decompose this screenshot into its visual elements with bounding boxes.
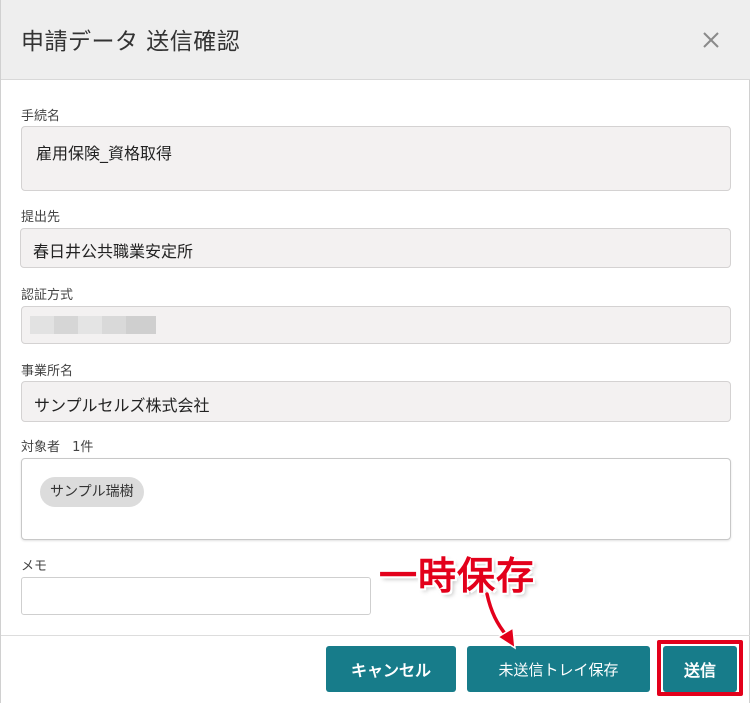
office-value: サンプルセルズ株式会社 xyxy=(34,396,210,415)
send-confirm-dialog: 申請データ 送信確認 手続名 雇用保険_資格取得 提出先 春日井公共職業安定所 … xyxy=(0,0,750,703)
auth-method-field xyxy=(21,306,731,344)
targets-label-text: 対象者 xyxy=(21,440,61,455)
dialog-header: 申請データ 送信確認 xyxy=(1,0,750,80)
send-button[interactable]: 送信 xyxy=(663,646,737,692)
annotation-callout: 一時保存 xyxy=(379,554,536,598)
procedure-value: 雇用保険_資格取得 xyxy=(36,144,173,163)
destination-value: 春日井公共職業安定所 xyxy=(33,242,194,261)
memo-input[interactable] xyxy=(21,577,371,615)
close-button[interactable] xyxy=(695,24,727,56)
procedure-field: 雇用保険_資格取得 xyxy=(21,126,731,191)
targets-count: 1件 xyxy=(72,440,94,455)
target-chip[interactable]: サンプル瑞樹 xyxy=(40,477,144,507)
office-label: 事業所名 xyxy=(21,364,74,379)
dialog-title: 申請データ 送信確認 xyxy=(21,29,241,55)
arrow-icon xyxy=(484,592,516,650)
cancel-button[interactable]: キャンセル xyxy=(326,646,456,692)
destination-label: 提出先 xyxy=(21,210,61,225)
office-field: サンプルセルズ株式会社 xyxy=(21,381,731,422)
memo-label: メモ xyxy=(21,559,48,574)
destination-field: 春日井公共職業安定所 xyxy=(20,228,731,268)
footer-divider xyxy=(1,635,750,636)
save-to-unsent-tray-button[interactable]: 未送信トレイ保存 xyxy=(467,646,650,692)
auth-method-label: 認証方式 xyxy=(21,288,74,303)
procedure-label: 手続名 xyxy=(21,109,61,124)
targets-field[interactable]: サンプル瑞樹 xyxy=(21,458,731,540)
targets-label: 対象者 1件 xyxy=(21,436,93,455)
close-icon xyxy=(703,32,719,48)
